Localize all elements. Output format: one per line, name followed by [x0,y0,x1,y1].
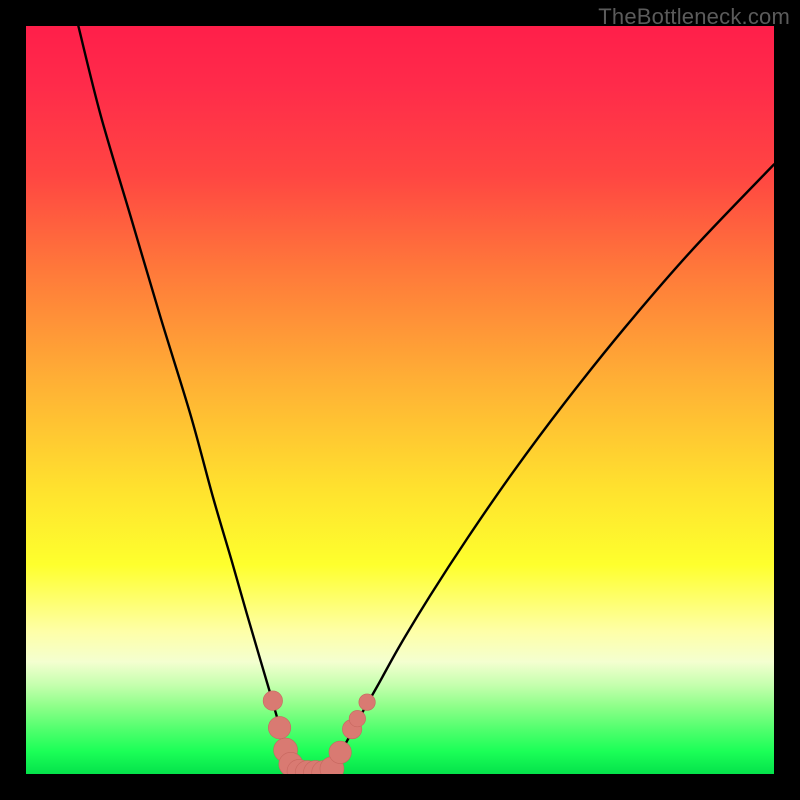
chart-plot-area [26,26,774,774]
chart-frame: TheBottleneck.com [0,0,800,800]
data-marker [329,741,351,763]
chart-svg-layer [26,26,774,774]
data-marker [359,694,375,710]
curve-right-branch [329,164,774,771]
data-marker [263,691,282,710]
data-marker [349,710,365,726]
curve-left-branch [78,26,301,771]
chart-markers [263,691,375,774]
watermark-text: TheBottleneck.com [598,4,790,30]
data-marker [268,716,290,738]
chart-curves [78,26,774,772]
